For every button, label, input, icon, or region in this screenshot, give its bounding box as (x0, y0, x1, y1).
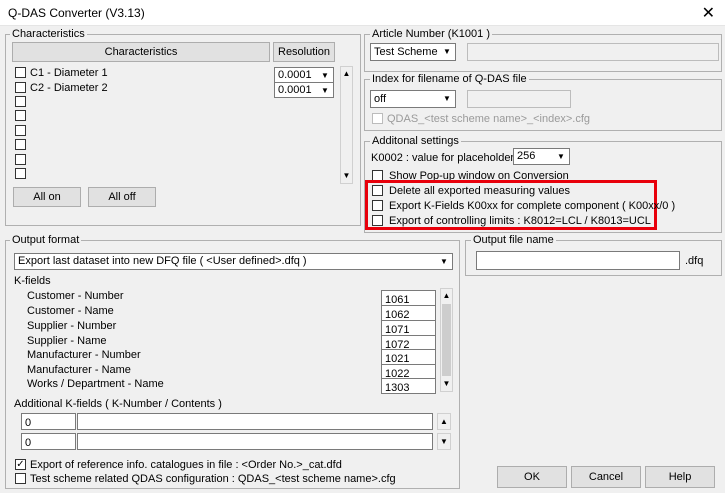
delete-values-checkbox[interactable] (372, 185, 383, 196)
article-number-group-label: Article Number (K1001 ) (370, 28, 492, 40)
chevron-down-icon: ▼ (440, 92, 454, 106)
output-format-label: Output format (10, 234, 82, 246)
kfield-value[interactable]: 1071 (381, 320, 436, 336)
delete-values-label: Delete all exported measuring values (389, 185, 570, 197)
characteristic-checkbox[interactable] (15, 139, 26, 150)
scroll-thumb[interactable] (442, 304, 451, 376)
additional-content-field[interactable] (77, 433, 433, 450)
title-bar: Q-DAS Converter (V3.13) ✕ (0, 0, 725, 26)
kfield-value[interactable]: 1062 (381, 305, 436, 321)
output-file-ext: .dfq (685, 255, 704, 267)
characteristic-label: C1 - Diameter 1 (30, 67, 108, 79)
all-off-button[interactable]: All off (88, 187, 156, 207)
characteristic-checkbox[interactable] (15, 67, 26, 78)
characteristic-checkbox[interactable] (15, 96, 26, 107)
characteristics-group-label: Characteristics (10, 28, 87, 40)
kfield-label: Supplier - Name (27, 335, 107, 347)
export-kfields-checkbox[interactable] (372, 200, 383, 211)
kfield-value[interactable]: 1061 (381, 290, 436, 306)
ok-button[interactable]: OK (497, 466, 567, 488)
kfield-label: Customer - Name (27, 305, 114, 317)
output-file-label: Output file name (471, 234, 556, 246)
scroll-up-icon[interactable]: ▲ (441, 289, 452, 303)
article-number-select[interactable]: Test Scheme ▼ (370, 43, 456, 61)
index-select[interactable]: off ▼ (370, 90, 456, 108)
help-button[interactable]: Help (645, 466, 715, 488)
scroll-down-icon[interactable]: ▼ (438, 435, 450, 449)
output-file-field[interactable] (476, 251, 680, 270)
characteristics-scrollbar[interactable]: ▲ ▼ (340, 66, 353, 184)
chevron-down-icon: ▼ (318, 84, 332, 96)
k0002-label: K0002 : value for placeholder (371, 152, 515, 164)
kfield-label: Works / Department - Name (27, 378, 164, 390)
chevron-down-icon: ▼ (554, 150, 568, 163)
scroll-down-icon[interactable]: ▼ (341, 169, 352, 183)
resolution-header-button[interactable]: Resolution (273, 42, 335, 62)
index-cfg-label: QDAS_<test scheme name>_<index>.cfg (387, 113, 591, 125)
index-group-label: Index for filename of Q-DAS file (370, 73, 529, 85)
test-scheme-checkbox[interactable] (15, 473, 26, 484)
additional-knumber-field[interactable]: 0 (21, 413, 76, 430)
export-limits-checkbox[interactable] (372, 215, 383, 226)
index-cfg-checkbox[interactable] (372, 113, 383, 124)
window-title: Q-DAS Converter (V3.13) (8, 6, 145, 20)
scroll-up-icon[interactable]: ▲ (341, 67, 352, 81)
chevron-down-icon: ▼ (437, 255, 451, 268)
characteristic-checkbox[interactable] (15, 82, 26, 93)
scroll-down-icon[interactable]: ▼ (441, 377, 452, 391)
resolution-select[interactable]: 0.0001 ▼ (274, 82, 334, 98)
scroll-up-icon[interactable]: ▲ (438, 415, 450, 429)
additional-settings-label: Additonal settings (370, 135, 461, 147)
additional-knumber-field[interactable]: 0 (21, 433, 76, 450)
kfield-label: Manufacturer - Name (27, 364, 131, 376)
additional-content-field[interactable] (77, 413, 433, 430)
kfield-value[interactable]: 1303 (381, 378, 436, 394)
resolution-select[interactable]: 0.0001 ▼ (274, 67, 334, 83)
additional-row-scroll[interactable]: ▼ (437, 433, 451, 450)
characteristic-label: C2 - Diameter 2 (30, 82, 108, 94)
additional-kfields-label: Additional K-fields ( K-Number / Content… (14, 398, 222, 410)
kfield-label: Supplier - Number (27, 320, 117, 332)
export-ref-checkbox[interactable]: ✓ (15, 459, 26, 470)
index-field[interactable] (467, 90, 571, 108)
close-icon[interactable]: ✕ (702, 3, 715, 23)
kfields-label: K-fields (14, 275, 51, 287)
k0002-select[interactable]: 256 ▼ (513, 148, 570, 165)
characteristic-checkbox[interactable] (15, 125, 26, 136)
kfield-value[interactable]: 1021 (381, 349, 436, 365)
export-limits-label: Export of controlling limits : K8012=LCL… (389, 215, 651, 227)
kfields-scrollbar[interactable]: ▲ ▼ (440, 288, 453, 392)
chevron-down-icon: ▼ (318, 69, 332, 81)
characteristics-header-button[interactable]: Characteristics (12, 42, 270, 62)
characteristic-checkbox[interactable] (15, 110, 26, 121)
characteristic-checkbox[interactable] (15, 154, 26, 165)
cancel-button[interactable]: Cancel (571, 466, 641, 488)
kfield-label: Customer - Number (27, 290, 124, 302)
article-number-field[interactable] (467, 43, 719, 61)
chevron-down-icon: ▼ (440, 45, 454, 59)
export-kfields-label: Export K-Fields K00xx for complete compo… (389, 200, 676, 212)
additional-row-scroll[interactable]: ▲ (437, 413, 451, 430)
kfield-label: Manufacturer - Number (27, 349, 141, 361)
all-on-button[interactable]: All on (13, 187, 81, 207)
output-format-select[interactable]: Export last dataset into new DFQ file ( … (14, 253, 453, 270)
export-ref-label: Export of reference info. catalogues in … (30, 459, 342, 471)
characteristic-checkbox[interactable] (15, 168, 26, 179)
test-scheme-label: Test scheme related QDAS configuration :… (30, 473, 396, 485)
